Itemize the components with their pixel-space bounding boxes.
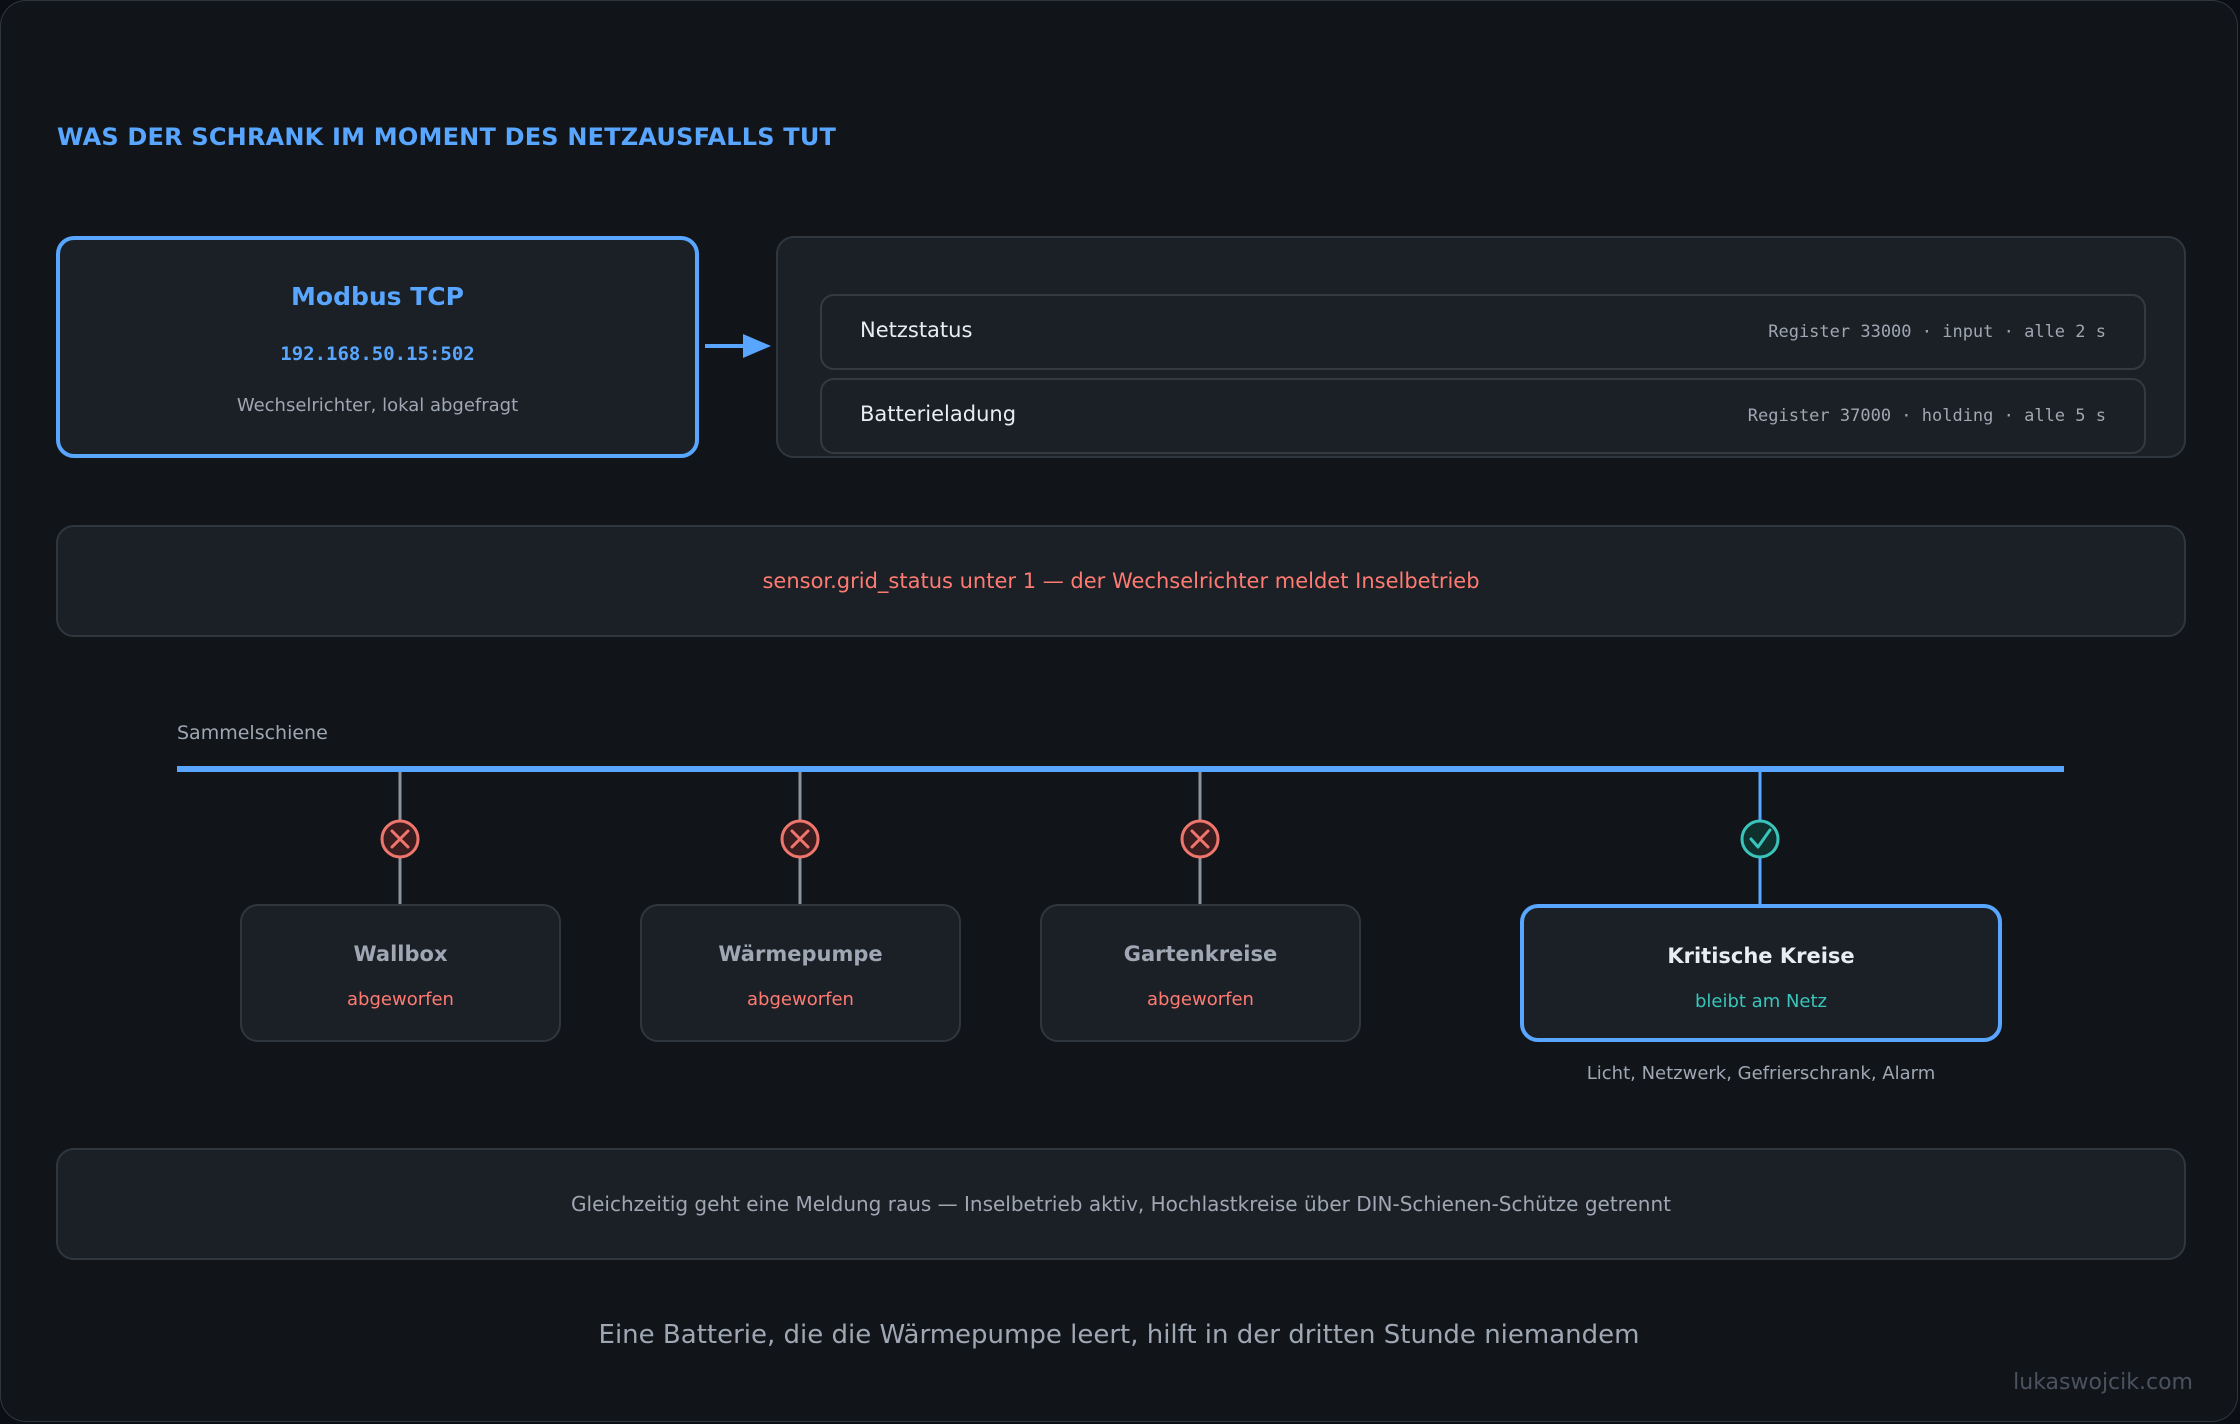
notification-text: Gleichzeitig geht eine Meldung raus — In… (571, 1192, 1671, 1216)
critical-circuits-note: Licht, Netzwerk, Gefrierschrank, Alarm (1586, 1063, 1936, 1084)
load-name: Gartenkreise (1123, 942, 1278, 966)
notification-banner: Gleichzeitig geht eine Meldung raus — In… (56, 1148, 2186, 1260)
load-state: bleibt am Netz (1694, 991, 1828, 1012)
load-card-kritische-kreise: Kritische Kreise bleibt am Netz (1520, 904, 2002, 1042)
load-name: Wallbox (353, 942, 448, 966)
load-state: abgeworfen (347, 989, 454, 1010)
open-switch-icon (780, 819, 820, 859)
load-card-wallbox: Wallbox abgeworfen (240, 904, 561, 1042)
load-card-gartenkreise: Gartenkreise abgeworfen (1040, 904, 1361, 1042)
closed-switch-icon (1740, 819, 1780, 859)
site-credit: lukaswojcik.com (2013, 1370, 2193, 1395)
load-name: Kritische Kreise (1667, 944, 1855, 968)
flow-arrow (705, 334, 771, 358)
open-switch-icon (1180, 819, 1220, 859)
load-state: abgeworfen (1147, 989, 1254, 1010)
load-name: Wärmepumpe (718, 942, 883, 966)
open-switch-icon (380, 819, 420, 859)
footer-caption: Eine Batterie, die die Wärmepumpe leert,… (598, 1320, 1640, 1350)
load-card-waermepumpe: Wärmepumpe abgeworfen (640, 904, 961, 1042)
diagram-frame: WAS DER SCHRANK IM MOMENT DES NETZAUSFAL… (0, 0, 2238, 1422)
load-state: abgeworfen (747, 989, 854, 1010)
